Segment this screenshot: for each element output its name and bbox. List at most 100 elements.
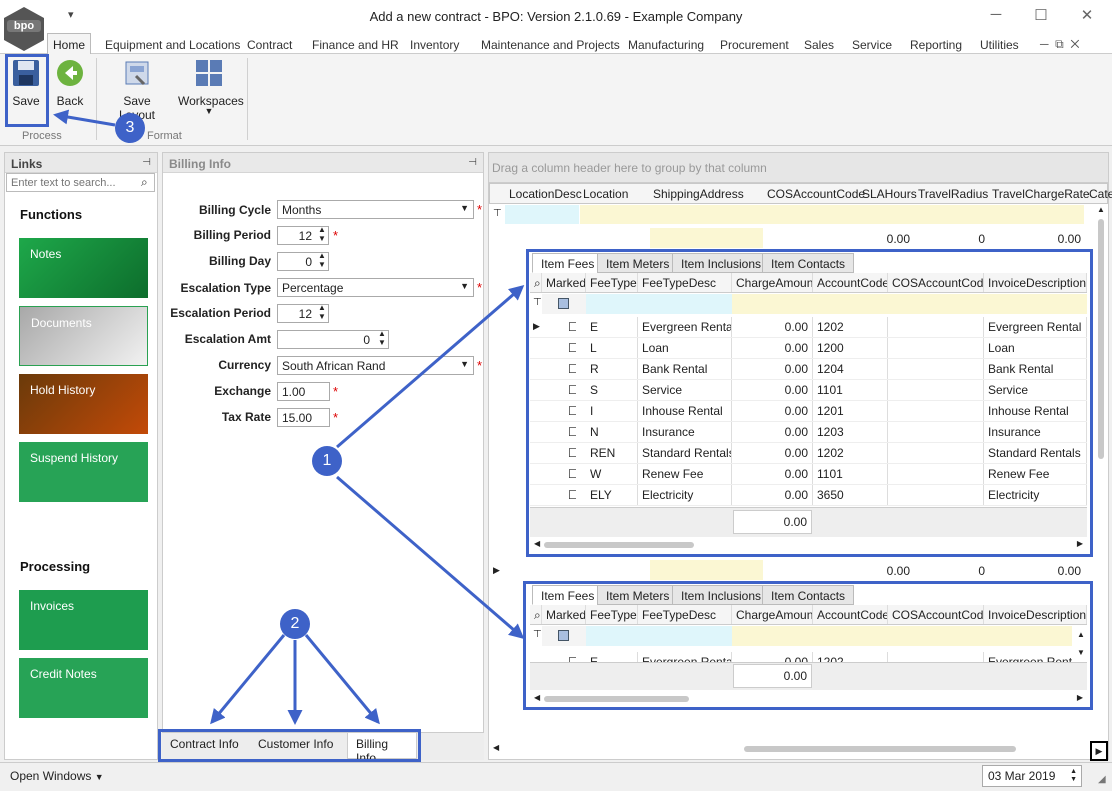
vertical-scrollbar[interactable]: ▲ ▼ <box>1075 626 1087 662</box>
table-row[interactable]: ☐ E Evergreen Rental 0.00 1202 Evergreen Rent… <box>530 652 1072 662</box>
col-invoice-description[interactable]: InvoiceDescription <box>984 605 1087 624</box>
partial-row[interactable]: ☐ E Evergreen Rental 0.00 1202 Evergreen Rent… <box>530 649 1072 662</box>
pin-icon[interactable]: ⊣ <box>468 157 477 168</box>
search-icon[interactable]: ⌕ <box>141 175 148 190</box>
pin-icon[interactable]: ⊣ <box>142 157 151 168</box>
horizontal-scrollbar[interactable]: ◀ ▶ <box>530 539 1087 551</box>
col-invoice-description[interactable]: InvoiceDescription <box>984 273 1087 292</box>
tab-sales[interactable]: Sales <box>804 38 834 52</box>
row-checkbox[interactable]: ☐ <box>564 401 576 421</box>
filter-marked[interactable] <box>542 626 586 646</box>
row-checkbox[interactable]: ☐ <box>564 317 576 337</box>
tab-item-fees[interactable]: Item Fees <box>532 585 604 605</box>
date-picker[interactable]: 03 Mar 2019 ▲ ▼ <box>982 765 1082 787</box>
table-row[interactable]: ☐ I Inhouse Rental 0.00 1201 Inhouse Rental <box>530 401 1087 422</box>
row-checkbox[interactable]: ☐ <box>564 652 576 662</box>
save-layout-button[interactable]: Save Layout <box>104 58 170 122</box>
tab-inventory[interactable]: Inventory <box>410 38 459 52</box>
col-account-code[interactable]: AccountCode <box>813 273 888 292</box>
col-travel-radius[interactable]: TravelRadius <box>918 187 988 201</box>
spin-arrows-icon[interactable]: ▲ ▼ <box>318 225 326 243</box>
tab-item-meters[interactable]: Item Meters <box>597 585 679 605</box>
table-row[interactable]: ☐ E Evergreen Rental 0.00 1202 Evergreen Rent… <box>530 317 1087 338</box>
tab-home[interactable]: Home <box>47 33 91 55</box>
col-cos-account-code[interactable]: COSAccountCode <box>888 605 984 624</box>
row-checkbox[interactable]: ☐ <box>564 422 576 442</box>
col-shipping-address[interactable]: ShippingAddress <box>653 187 744 201</box>
row-checkbox[interactable]: ☐ <box>564 338 576 358</box>
tab-item-inclusions[interactable]: Item Inclusions <box>672 253 771 273</box>
col-account-code[interactable]: AccountCode <box>813 605 888 624</box>
mdi-controls[interactable]: ─ ⧉ ✕ <box>1040 37 1080 52</box>
row-checkbox[interactable]: ☐ <box>564 380 576 400</box>
currency-select[interactable]: South African Rand ▼ <box>277 356 474 375</box>
horizontal-scrollbar[interactable]: ◀ ▶ <box>530 693 1087 705</box>
open-windows-menu[interactable]: Open Windows ▼ <box>10 769 104 783</box>
filter-row[interactable] <box>580 205 1084 224</box>
tab-item-meters[interactable]: Item Meters <box>597 253 679 273</box>
col-marked[interactable]: Marked <box>542 273 586 292</box>
col-cos-account-code[interactable]: COSAccountCode <box>888 273 984 292</box>
row-checkbox[interactable]: ☐ <box>564 359 576 379</box>
escalation-amt-spinner[interactable]: 0 <box>277 330 389 349</box>
table-row[interactable]: ☐ REN Standard Rentals 0.00 1202 Standard Ren… <box>530 443 1087 464</box>
suspend-history-tile[interactable]: Suspend History <box>19 442 148 502</box>
filter-checkbox[interactable] <box>558 630 569 641</box>
spin-arrows-icon[interactable]: ▲ ▼ <box>318 251 326 269</box>
tab-manufacturing[interactable]: Manufacturing <box>628 38 704 52</box>
col-fee-type[interactable]: FeeType <box>586 605 638 624</box>
col-category[interactable]: Cate <box>1089 187 1112 201</box>
notes-tile[interactable]: Notes <box>19 238 148 298</box>
row-checkbox[interactable]: ☐ <box>564 464 576 484</box>
documents-tile[interactable]: Documents <box>19 306 148 366</box>
col-charge-amount[interactable]: ChargeAmount <box>732 273 813 292</box>
workspaces-button[interactable]: Workspaces ▼ <box>178 58 244 116</box>
filter-cell[interactable] <box>505 205 579 224</box>
tab-reporting[interactable]: Reporting <box>910 38 962 52</box>
filter-cell[interactable] <box>586 294 732 314</box>
search-icon[interactable]: ⌕ <box>530 273 542 292</box>
col-cos-account-code[interactable]: COSAccountCode <box>767 187 865 201</box>
col-fee-type[interactable]: FeeType <box>586 273 638 292</box>
table-row[interactable]: ☐ W Renew Fee 0.00 1101 Renew Fee <box>530 464 1087 485</box>
col-location-desc[interactable]: LocationDesc <box>509 187 582 201</box>
tab-equipment-locations[interactable]: Equipment and Locations <box>105 38 240 52</box>
scroll-right-button[interactable]: ▶ <box>1090 741 1108 761</box>
search-icon[interactable]: ⌕ <box>530 605 542 624</box>
credit-notes-tile[interactable]: Credit Notes <box>19 658 148 718</box>
filter-checkbox[interactable] <box>558 298 569 309</box>
filter-marked[interactable] <box>542 294 586 314</box>
hold-history-tile[interactable]: Hold History <box>19 374 148 434</box>
invoices-tile[interactable]: Invoices <box>19 590 148 650</box>
escalation-type-select[interactable]: Percentage ▼ <box>277 278 474 297</box>
filter-cell[interactable] <box>586 626 732 646</box>
col-sla-hours[interactable]: SLAHours <box>862 187 917 201</box>
col-location[interactable]: Location <box>583 187 628 201</box>
tab-procurement[interactable]: Procurement <box>720 38 789 52</box>
tax-rate-input[interactable]: 15.00 <box>277 408 330 427</box>
main-vertical-scrollbar[interactable]: ▲ <box>1095 205 1107 715</box>
back-button[interactable]: Back <box>55 58 85 108</box>
col-fee-type-desc[interactable]: FeeTypeDesc <box>638 273 732 292</box>
resize-grip-icon[interactable]: ◢ <box>1098 774 1106 785</box>
tab-maintenance-projects[interactable]: Maintenance and Projects <box>481 38 620 52</box>
links-search-input[interactable] <box>6 173 155 192</box>
maximize-icon[interactable]: ☐ <box>1028 6 1054 24</box>
tab-item-inclusions[interactable]: Item Inclusions <box>672 585 771 605</box>
spin-arrows-icon[interactable]: ▲ ▼ <box>378 329 386 347</box>
tab-service[interactable]: Service <box>852 38 892 52</box>
minimize-icon[interactable]: ─ <box>983 6 1009 23</box>
row-checkbox[interactable]: ☐ <box>564 485 576 505</box>
table-row[interactable]: ☐ L Loan 0.00 1200 Loan <box>530 338 1087 359</box>
tab-item-contacts[interactable]: Item Contacts <box>762 253 855 273</box>
billing-cycle-select[interactable]: Months ▼ <box>277 200 474 219</box>
table-row[interactable]: ☐ ELY Electricity 0.00 3650 Electricity <box>530 485 1087 506</box>
col-marked[interactable]: Marked <box>542 605 586 624</box>
tab-utilities[interactable]: Utilities <box>980 38 1019 52</box>
row-checkbox[interactable]: ☐ <box>564 443 576 463</box>
col-fee-type-desc[interactable]: FeeTypeDesc <box>638 605 732 624</box>
spin-arrows-icon[interactable]: ▲ ▼ <box>318 303 326 321</box>
close-icon[interactable]: ✕ <box>1074 6 1100 24</box>
filter-row[interactable] <box>732 626 1072 646</box>
filter-row[interactable] <box>732 294 1087 314</box>
